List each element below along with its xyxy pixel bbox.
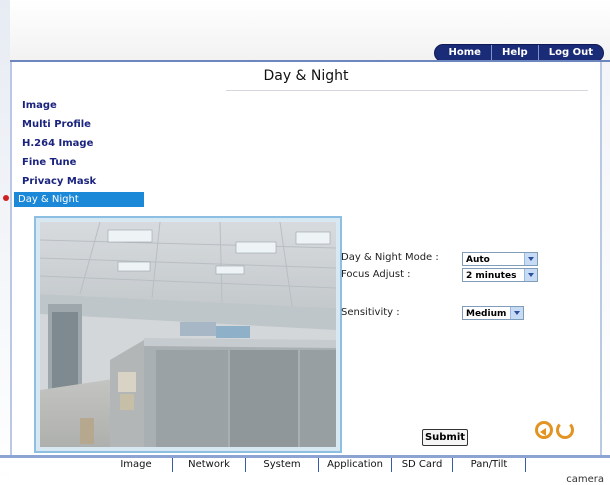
chevron-down-icon (524, 253, 537, 265)
bottom-tab-sd-card[interactable]: SD Card (392, 458, 453, 472)
title-divider (226, 90, 588, 91)
chevron-down-icon (524, 269, 537, 281)
day-night-mode-value: Auto (466, 255, 490, 265)
sidebar-item-day-night[interactable]: Day & Night (14, 192, 144, 207)
bottom-tab-image[interactable]: Image (100, 458, 173, 472)
focus-adjust-value: 2 minutes (466, 271, 517, 281)
home-link[interactable]: Home (435, 45, 491, 61)
active-bullet-icon (3, 195, 9, 201)
top-bar: Home Help Log Out (10, 0, 610, 62)
focus-adjust-select[interactable]: 2 minutes (462, 268, 538, 282)
sidebar-item-image[interactable]: Image (22, 100, 57, 111)
sensitivity-label: Sensitivity : (341, 307, 400, 318)
sensitivity-select[interactable]: Medium (462, 306, 524, 320)
focus-adjust-label: Focus Adjust : (341, 269, 411, 280)
day-night-mode-select[interactable]: Auto (462, 252, 538, 266)
refresh-icon[interactable] (556, 421, 574, 439)
sidebar-item-privacy-mask[interactable]: Privacy Mask (22, 176, 96, 187)
sidebar-item-fine-tune[interactable]: Fine Tune (22, 157, 76, 168)
sensitivity-value: Medium (466, 309, 507, 319)
bottom-tab-system[interactable]: System (246, 458, 319, 472)
chevron-down-icon (510, 307, 523, 319)
bottom-nav: Image Network System Application SD Card… (100, 458, 526, 472)
bottom-tab-pan-tilt[interactable]: Pan/Tilt (453, 458, 526, 472)
footer-label: camera (566, 474, 604, 485)
left-frame (0, 0, 10, 485)
sidebar-item-h264-image[interactable]: H.264 Image (22, 138, 93, 149)
logout-link[interactable]: Log Out (537, 45, 603, 61)
page-title: Day & Night (263, 68, 349, 84)
camera-image (40, 222, 336, 447)
help-link[interactable]: Help (490, 45, 538, 61)
bottom-tab-application[interactable]: Application (319, 458, 392, 472)
camera-preview (34, 216, 342, 453)
submit-button[interactable]: Submit (422, 429, 468, 446)
back-arrow-icon[interactable] (535, 421, 553, 439)
bottom-tab-network[interactable]: Network (173, 458, 246, 472)
day-night-mode-label: Day & Night Mode : (341, 252, 439, 263)
sidebar-item-multi-profile[interactable]: Multi Profile (22, 119, 91, 130)
